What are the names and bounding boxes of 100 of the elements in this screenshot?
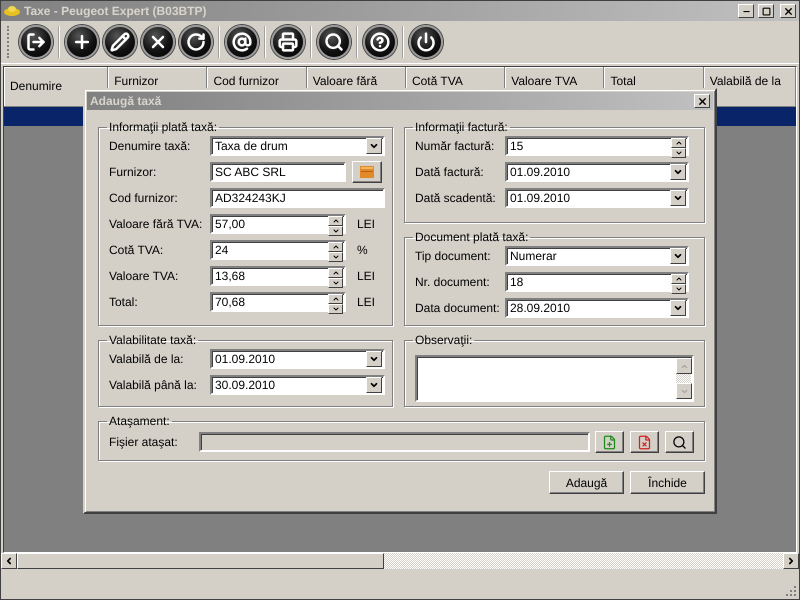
field-label: Furnizor: [109,165,158,179]
field-label: Fişier ataşat: [109,435,179,449]
group-title: Valabilitate taxă: [108,333,198,347]
field-label: Valabilă de la: [109,352,184,366]
search-icon [324,32,344,52]
field-label: Tip document: [415,249,492,263]
caret-icon [673,303,683,313]
column-header[interactable]: Total [610,75,636,88]
dropdown-field[interactable]: 01.09.2010 [210,349,385,369]
add-file-button[interactable] [595,431,624,453]
group-title: Document plată taxă: [414,230,530,244]
at-sign-icon [232,32,252,52]
field-label: Dată factură: [415,165,485,179]
dropdown-button[interactable] [670,248,686,264]
unit-label: LEI [357,269,376,283]
column-header[interactable]: Valabilă de la [710,75,781,88]
field-label: Valoare fără TVA: [109,217,204,231]
column-header[interactable]: Furnizor [114,75,158,88]
field-label: Dată scadentă: [415,191,497,205]
search-button[interactable] [317,25,351,59]
field-label: Valoare TVA: [109,269,180,283]
window-title: Taxe - Peugeot Expert (B03BTP) [24,4,208,18]
dropdown-button[interactable] [670,164,686,180]
printer-icon [278,32,298,52]
column-header[interactable]: Cod furnizor [213,75,279,88]
help-button[interactable] [363,25,397,59]
file-x-icon [637,434,652,450]
field-label: Cotă TVA: [109,243,164,257]
caret-icon [673,193,683,203]
column-header[interactable]: Cotă TVA [412,75,463,88]
dropdown-button[interactable] [366,377,382,393]
caret-icon [673,251,683,261]
dropdown-button[interactable] [670,190,686,206]
minimize-button[interactable] [738,4,754,18]
column-header[interactable]: Valoare fără [312,75,378,88]
dropdown-field[interactable]: 01.09.2010 [505,162,689,182]
close-dialog-button[interactable]: Închide [630,471,705,494]
dialog-title: Adaugă taxă [90,94,162,108]
dropdown-field[interactable]: Numerar [505,246,689,266]
text-field[interactable]: SC ABC SRL [210,162,346,182]
spin-field[interactable]: 18 [505,272,689,292]
unit-label: % [357,243,368,257]
add-button[interactable] [65,25,99,59]
group-title: Ataşament: [108,414,171,428]
add-button[interactable]: Adaugă [549,471,624,494]
spin-field[interactable]: 15 [505,136,689,156]
edit-button[interactable] [103,25,137,59]
spin-field[interactable]: 57,00 [210,214,346,234]
print-button[interactable] [271,25,305,59]
power-button[interactable] [409,25,443,59]
dropdown-button[interactable] [366,351,382,367]
dropdown-button[interactable] [670,300,686,316]
field-label: Nr. document: [415,275,491,289]
notes-field[interactable] [415,355,694,402]
field-label: Număr factură: [415,139,496,153]
field-label: Valabilă până la: [109,378,198,392]
text-field[interactable]: AD324243KJ [210,188,385,208]
plus-icon [72,32,92,52]
column-header[interactable]: Valoare TVA [511,75,578,88]
caret-icon [369,380,379,390]
email-button[interactable] [225,25,259,59]
power-icon [416,32,436,52]
unit-label: LEI [357,217,376,231]
refresh-icon [186,32,206,52]
group-title: Informaţii plată taxă: [108,120,218,134]
dropdown-field[interactable]: Taxa de drum [210,136,385,156]
spin-field[interactable]: 70,68 [210,292,346,312]
file-plus-icon [602,434,617,450]
maximize-icon [762,6,770,16]
dropdown-button[interactable] [366,138,382,154]
caret-icon [673,167,683,177]
field-label: Cod furnizor: [109,191,179,205]
resize-grip-icon [785,585,797,597]
close-icon [696,96,708,106]
horizontal-scrollbar[interactable] [1,553,799,569]
remove-file-button[interactable] [630,431,659,453]
spin-field[interactable]: 24 [210,240,346,260]
view-file-button[interactable] [665,431,694,453]
exit-button[interactable] [19,25,53,59]
dropdown-field[interactable]: 30.09.2010 [210,375,385,395]
delete-button[interactable] [141,25,175,59]
group-title: Informaţii factură: [414,120,509,134]
browse-button[interactable] [352,161,382,183]
group-title: Observaţii: [414,333,474,347]
search-icon [672,434,687,450]
logout-icon [26,32,46,52]
close-icon [782,6,794,16]
close-button[interactable] [694,94,710,108]
scrollbar[interactable] [676,358,691,399]
dropdown-field[interactable]: 01.09.2010 [505,188,689,208]
maximize-button[interactable] [758,4,774,18]
spin-field[interactable]: 13,68 [210,266,346,286]
field-label: Data document: [415,301,501,315]
refresh-button[interactable] [179,25,213,59]
caret-icon [369,354,379,364]
close-button[interactable] [780,4,796,18]
help-icon [370,32,390,52]
dropdown-field[interactable]: 28.09.2010 [505,298,689,318]
column-header[interactable]: Denumire [10,80,62,93]
field-label: Denumire taxă: [109,139,192,153]
